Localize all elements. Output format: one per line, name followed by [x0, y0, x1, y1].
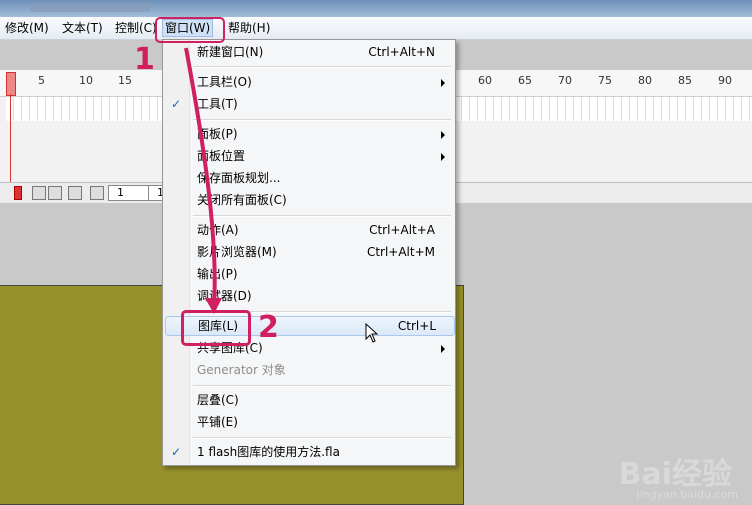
mouse-cursor-icon	[365, 323, 379, 343]
watermark-url: jingyan.baidu.com	[636, 488, 738, 501]
annotation-arrow-line	[184, 47, 217, 307]
watermark-logo: Bai经验	[618, 457, 732, 492]
annotation-arrow-head	[205, 298, 222, 314]
annotation-arrow-svg	[184, 47, 222, 314]
